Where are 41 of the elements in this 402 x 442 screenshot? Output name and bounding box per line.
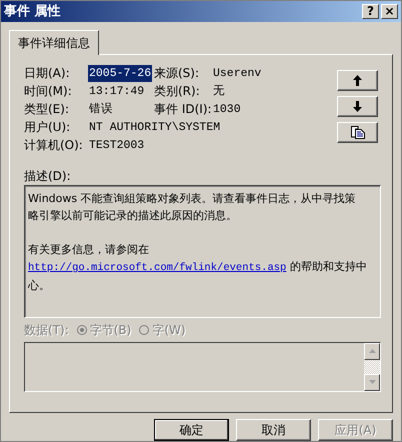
- field-value: 13:17:49: [88, 84, 146, 100]
- description-text: 有关更多信息，请参阅在: [28, 242, 149, 256]
- tab[interactable]: 事件详细信息: [9, 30, 99, 55]
- link[interactable]: http://go.microsoft.com/fwlink/events.asp: [28, 262, 286, 274]
- field-label: 类型(E):: [24, 100, 70, 118]
- description-text: 心。: [28, 278, 50, 292]
- field-label: 时间(M):: [24, 82, 73, 100]
- scroll-down-icon: [368, 380, 376, 384]
- field-value: 错误: [88, 102, 114, 118]
- field-label: 用户(U):: [24, 118, 72, 136]
- down-arrow-icon: [353, 100, 362, 112]
- field-value: Userenv: [212, 66, 262, 82]
- window-title: 事件 属性: [4, 3, 61, 20]
- previous-button[interactable]: [337, 70, 378, 91]
- section-label: 描述(D):: [24, 168, 72, 184]
- dialog-button[interactable]: 取消: [236, 419, 311, 441]
- description-text: Windows 不能查询組策略对象列表。请查看事件日志，从中寻找策: [28, 192, 356, 205]
- close-button[interactable]: ×: [381, 4, 398, 19]
- field-label: 类别(R):: [154, 82, 201, 100]
- up-arrow-icon: [353, 74, 362, 86]
- scrollbar[interactable]: [364, 342, 380, 391]
- next-button[interactable]: [337, 96, 378, 117]
- field-label: 事件 ID(I):: [154, 100, 212, 118]
- description-text: 略引擎以前可能记录的描述此原因的消息。: [28, 208, 237, 222]
- copy-button[interactable]: [337, 122, 378, 143]
- copy-icon: [350, 126, 364, 139]
- field-value: NT AUTHORITY\SYSTEM: [88, 120, 222, 136]
- scroll-up-icon: [368, 349, 376, 354]
- field-value: 无: [212, 84, 226, 100]
- dialog-button[interactable]: 确定: [154, 419, 229, 441]
- field-value: 2005-7-26: [88, 64, 152, 82]
- field-value: TEST2003: [88, 138, 146, 154]
- description-text: 的帮助和支持中: [288, 260, 367, 273]
- help-button[interactable]: ?: [362, 4, 379, 19]
- field-label: 来源(S):: [154, 64, 200, 82]
- field-label: 计算机(O):: [24, 136, 84, 154]
- field-value: 1030: [212, 102, 242, 118]
- description-box[interactable]: Windows 不能查询組策略对象列表。请查看事件日志，从中寻找策 略引擎以前可能记录的描述此原因的消息。 有关更多信息，请参阅在 http://go.microsoft.com/fwlink/events.asp 的帮助和支持中 心。: [24, 184, 381, 318]
- data-box[interactable]: [24, 342, 381, 392]
- section-label: 数据(T):: [24, 322, 69, 338]
- field-label: 日期(A):: [24, 64, 71, 82]
